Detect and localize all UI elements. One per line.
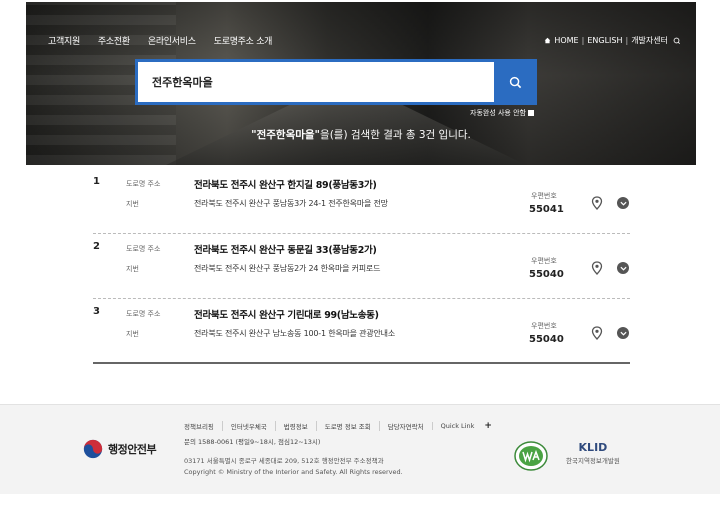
- external-link-icon: [673, 37, 680, 44]
- autocomplete-label: 자동완성 사용 안함: [470, 109, 526, 117]
- footer-link-quick-link[interactable]: Quick Link: [431, 422, 483, 430]
- jibun-label: 지번: [126, 200, 139, 208]
- nav-online-service[interactable]: 온라인서비스: [148, 34, 196, 47]
- main-nav: 고객지원 주소전환 온라인서비스 도로명주소 소개: [48, 34, 272, 47]
- klid-name: KLID: [578, 441, 608, 454]
- taegeuk-emblem-icon: [83, 439, 103, 459]
- footer-link-policy-briefing[interactable]: 정책브리핑: [184, 421, 222, 431]
- zip-code: 55041: [529, 204, 564, 215]
- jibun-address: 전라북도 전주시 완산구 풍남동3가 24-1 전주한옥마을 전망: [194, 199, 388, 208]
- nav-address-conversion[interactable]: 주소전환: [98, 34, 130, 47]
- contact-info: 문의 1588-0061 (평일9~18시, 점심12~13시): [184, 438, 321, 446]
- jibun-label: 지번: [126, 330, 139, 338]
- autocomplete-toggle[interactable]: 자동완성 사용 안함: [470, 108, 534, 118]
- plus-icon[interactable]: +: [484, 421, 492, 431]
- nav-customer-support[interactable]: 고객지원: [48, 34, 80, 47]
- footer-link-road-info[interactable]: 도로명 정보 조회: [315, 421, 379, 431]
- footer-link-law-info[interactable]: 법령정보: [274, 421, 316, 431]
- search-input[interactable]: [135, 59, 494, 105]
- klid-title: 한국지역정보개발원: [566, 457, 620, 465]
- copyright: Copyright © Ministry of the Interior and…: [184, 468, 403, 476]
- english-link[interactable]: ENGLISH: [587, 36, 622, 45]
- road-address[interactable]: 전라북도 전주시 완산구 동문길 33(풍남동2가): [194, 242, 377, 256]
- checkbox-icon: [527, 110, 534, 116]
- web-accessibility-badge-icon: [514, 441, 548, 471]
- result-number: 3: [93, 306, 100, 317]
- home-icon: [545, 37, 551, 44]
- road-address-label: 도로명 주소: [126, 310, 161, 318]
- results-list: 1 도로명 주소 지번 전라북도 전주시 완산구 한지길 89(풍남동3가) 전…: [93, 169, 630, 364]
- jibun-label: 지번: [126, 265, 139, 273]
- map-pin-icon[interactable]: [591, 326, 603, 340]
- list-item: 1 도로명 주소 지번 전라북도 전주시 완산구 한지길 89(풍남동3가) 전…: [93, 169, 630, 234]
- footer-links: 정책브리핑 인터넷우체국 법령정보 도로명 정보 조회 담당자연락처 Quick…: [184, 421, 492, 431]
- zip-code: 55040: [529, 269, 564, 280]
- page: 고객지원 주소전환 온라인서비스 도로명주소 소개 HOME | ENGLISH…: [0, 0, 720, 517]
- expand-button[interactable]: [617, 197, 629, 209]
- chevron-down-icon: [619, 266, 627, 271]
- search-query: "전주한옥마을": [251, 129, 321, 141]
- map-pin-icon[interactable]: [591, 261, 603, 275]
- result-number: 2: [93, 241, 100, 252]
- map-pin-icon[interactable]: [591, 196, 603, 210]
- road-address-label: 도로명 주소: [126, 245, 161, 253]
- ministry-name: 행정안전부: [108, 443, 157, 456]
- search-bar: [135, 59, 537, 105]
- footer: 행정안전부 정책브리핑 인터넷우체국 법령정보 도로명 정보 조회 담당자연락처…: [0, 404, 720, 494]
- chevron-down-icon: [619, 331, 627, 336]
- footer-link-internet-post[interactable]: 인터넷우체국: [221, 421, 275, 431]
- ministry-logo[interactable]: 행정안전부: [82, 438, 157, 460]
- chevron-down-icon: [619, 201, 627, 206]
- expand-button[interactable]: [617, 262, 629, 274]
- summary-text: 을(를) 검색한 결과 총 3건 입니다.: [320, 129, 471, 141]
- zip-label: 우편번호: [531, 192, 557, 200]
- road-address[interactable]: 전라북도 전주시 완산구 기린대로 99(남노송동): [194, 307, 379, 321]
- klid-logo[interactable]: KLID 한국지역정보개발원: [566, 441, 620, 465]
- zip-label: 우편번호: [531, 257, 557, 265]
- jibun-address: 전라북도 전주시 완산구 풍남동2가 24 한옥마을 커피로드: [194, 264, 381, 273]
- road-address[interactable]: 전라북도 전주시 완산구 한지길 89(풍남동3가): [194, 177, 377, 191]
- developer-center-link[interactable]: 개발자센터: [631, 35, 668, 46]
- search-icon: [509, 76, 522, 88]
- footer-link-contacts[interactable]: 담당자연락처: [378, 421, 432, 431]
- search-button[interactable]: [494, 59, 537, 105]
- home-link[interactable]: HOME: [554, 36, 578, 45]
- zip-label: 우편번호: [531, 322, 557, 330]
- road-address-label: 도로명 주소: [126, 180, 161, 188]
- top-links: HOME | ENGLISH | 개발자센터: [544, 35, 680, 46]
- result-summary: "전주한옥마을"을(를) 검색한 결과 총 3건 입니다.: [26, 127, 696, 142]
- expand-button[interactable]: [617, 327, 629, 339]
- list-item: 3 도로명 주소 지번 전라북도 전주시 완산구 기린대로 99(남노송동) 전…: [93, 299, 630, 364]
- zip-code: 55040: [529, 334, 564, 345]
- jibun-address: 전라북도 전주시 완산구 남노송동 100-1 한옥마을 관광안내소: [194, 329, 395, 338]
- nav-road-address-intro[interactable]: 도로명주소 소개: [214, 34, 273, 47]
- list-item: 2 도로명 주소 지번 전라북도 전주시 완산구 동문길 33(풍남동2가) 전…: [93, 234, 630, 299]
- result-number: 1: [93, 176, 100, 187]
- footer-address: 03171 서울특별시 종로구 세종대로 209, 512호 행정안전부 주소정…: [184, 457, 384, 465]
